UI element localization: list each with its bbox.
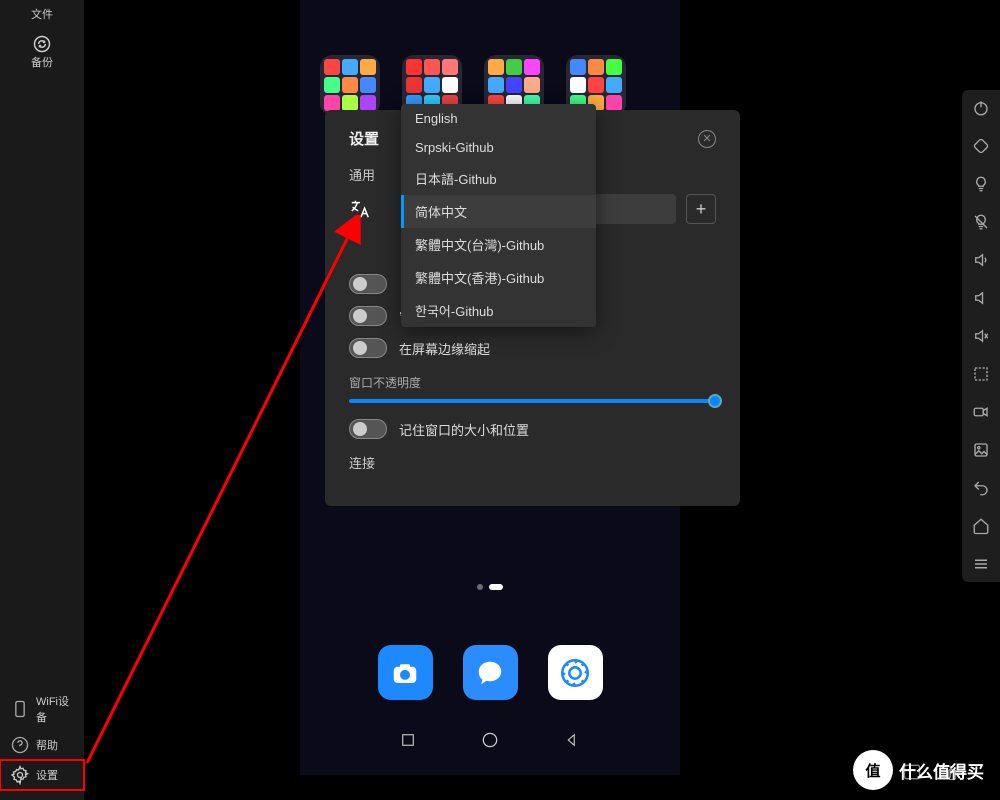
nav-back-button[interactable] [561, 729, 583, 751]
toggle-label: 记住窗口的大小和位置 [399, 420, 529, 439]
toggle-remember-window[interactable] [349, 419, 387, 439]
language-option[interactable]: 繁體中文(台灣)-Github [401, 228, 596, 261]
phone-nav-bar [300, 715, 680, 765]
bulb-off-icon[interactable] [971, 212, 991, 232]
page-dot [477, 584, 483, 590]
sidebar-item-label: 文件 [31, 6, 53, 22]
language-option[interactable]: Srpski-Github [401, 133, 596, 162]
opacity-slider[interactable] [349, 399, 716, 403]
watermark: 值 什么值得买 [853, 750, 984, 790]
language-option-selected[interactable]: 简体中文 [401, 195, 596, 228]
language-option[interactable]: 日本語-Github [401, 162, 596, 195]
phone-icon [10, 699, 30, 719]
volume-mute-icon[interactable] [971, 326, 991, 346]
slider-thumb[interactable] [708, 394, 722, 408]
power-icon[interactable] [971, 98, 991, 118]
toggle-window-top[interactable] [349, 306, 387, 326]
sidebar-item-wifi[interactable]: WiFi设备 [0, 688, 84, 730]
language-option[interactable]: 繁體中文(香港)-Github [401, 261, 596, 294]
toggle-dark-theme[interactable] [349, 274, 387, 294]
settings-app-icon[interactable] [548, 645, 603, 700]
toggle-edge-collapse[interactable] [349, 338, 387, 358]
record-icon[interactable] [971, 402, 991, 422]
sidebar-item-label: 备份 [31, 54, 53, 70]
sidebar-item-file[interactable]: 文件 [31, 0, 53, 28]
camera-app-icon[interactable] [378, 645, 433, 700]
menu-icon[interactable] [971, 554, 991, 574]
home-icon[interactable] [971, 516, 991, 536]
sidebar-item-help[interactable]: 帮助 [0, 730, 84, 760]
undo-icon[interactable] [971, 478, 991, 498]
settings-title: 设置 [349, 128, 379, 149]
help-icon [10, 735, 30, 755]
sidebar-item-backup[interactable]: 备份 [31, 28, 53, 76]
sidebar-item-label: 设置 [36, 767, 58, 783]
volume-up-icon[interactable] [971, 250, 991, 270]
right-toolbar [962, 90, 1000, 582]
rotate-icon[interactable] [971, 136, 991, 156]
close-button[interactable]: ✕ [698, 130, 716, 148]
image-icon[interactable] [971, 440, 991, 460]
toggle-label: 在屏幕边缘缩起 [399, 339, 490, 358]
translate-icon [349, 198, 371, 220]
language-option[interactable]: 한국어-Github [401, 294, 596, 327]
language-selector-row: + English Srpski-Github 日本語-Github 简体中文 … [349, 194, 716, 224]
language-option[interactable]: English [401, 104, 596, 133]
nav-home-button[interactable] [479, 729, 501, 751]
phone-dock [300, 645, 680, 700]
app-folder[interactable] [320, 55, 380, 115]
crop-icon[interactable] [971, 364, 991, 384]
sidebar-item-settings[interactable]: 设置 [0, 760, 84, 790]
opacity-label: 窗口不透明度 [349, 374, 716, 391]
volume-down-icon[interactable] [971, 288, 991, 308]
refresh-icon [32, 34, 52, 54]
watermark-text: 什么值得买 [899, 758, 984, 783]
app-folder-row [300, 0, 680, 115]
watermark-badge: 值 [853, 750, 893, 790]
sidebar-item-label: WiFi设备 [36, 693, 74, 725]
nav-recent-button[interactable] [397, 729, 419, 751]
language-dropdown: English Srpski-Github 日本語-Github 简体中文 繁體… [401, 104, 596, 327]
page-dot-active [489, 584, 503, 590]
left-sidebar: 文件 备份 WiFi设备 帮助 设置 [0, 0, 85, 800]
page-indicator [300, 584, 680, 590]
messages-app-icon[interactable] [463, 645, 518, 700]
sidebar-item-label: 帮助 [36, 737, 58, 753]
close-icon: ✕ [702, 132, 711, 145]
gear-icon [10, 765, 30, 785]
settings-panel: 设置 ✕ 通用 + English Srpski-Github 日本語-Gith… [325, 110, 740, 506]
add-language-button[interactable]: + [686, 194, 716, 224]
plus-icon: + [696, 199, 707, 220]
section-label-connection: 连接 [349, 453, 716, 472]
bulb-icon[interactable] [971, 174, 991, 194]
